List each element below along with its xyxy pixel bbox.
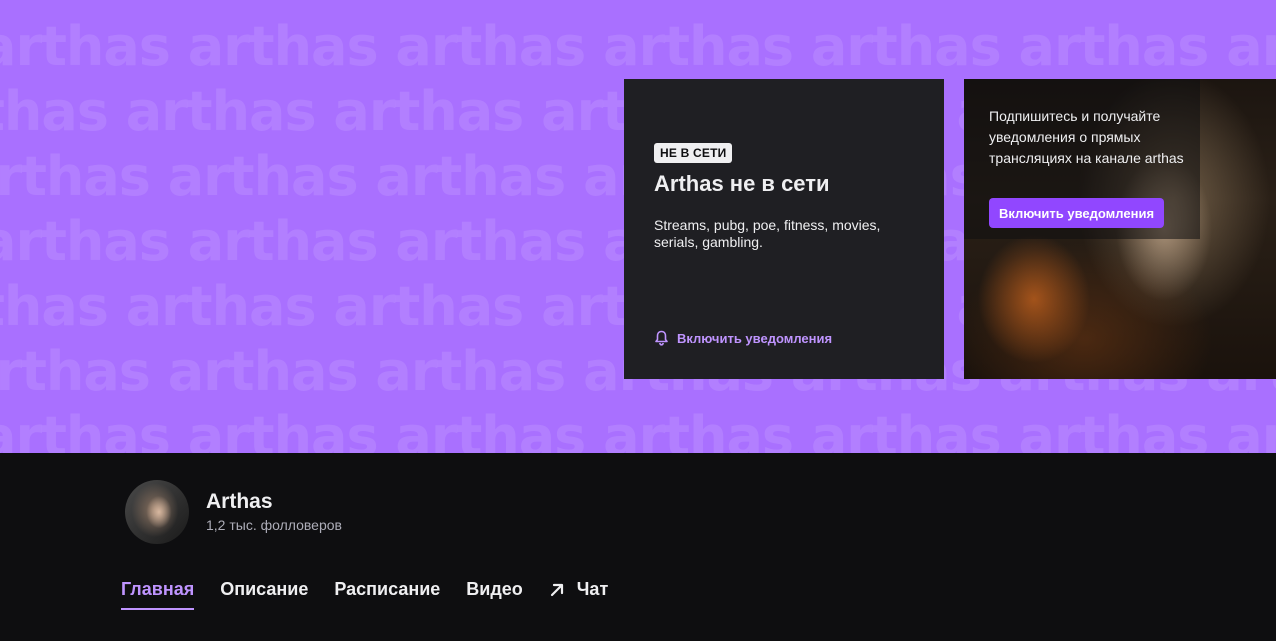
channel-tabs: Главная Описание Расписание Видео Чат bbox=[121, 579, 634, 610]
banner-bg-text: arthas arthas arthas arthas arthas artha… bbox=[0, 405, 1276, 454]
enable-notifications-button[interactable]: Включить уведомления bbox=[989, 198, 1164, 228]
offline-card: НЕ В СЕТИ Arthas не в сети Streams, pubg… bbox=[624, 79, 944, 379]
offline-badge: НЕ В СЕТИ bbox=[654, 143, 733, 163]
tab-chat[interactable]: Чат bbox=[549, 579, 608, 610]
enable-notifications-label: Включить уведомления bbox=[677, 330, 833, 346]
enable-notifications-link[interactable]: Включить уведомления bbox=[654, 330, 832, 346]
banner-bg-text: arthas arthas arthas arthas arthas artha… bbox=[0, 15, 1276, 78]
tab-videos[interactable]: Видео bbox=[466, 579, 523, 610]
follower-count: 1,2 тыс. фолловеров bbox=[206, 517, 342, 533]
channel-name[interactable]: Arthas bbox=[206, 490, 273, 514]
tab-schedule[interactable]: Расписание bbox=[334, 579, 440, 610]
arrow-up-right-icon bbox=[550, 583, 563, 596]
offline-title: Arthas не в сети bbox=[654, 171, 830, 196]
channel-info: Arthas 1,2 тыс. фолловеров Главная Описа… bbox=[0, 453, 1276, 641]
tab-about[interactable]: Описание bbox=[220, 579, 308, 610]
channel-banner: arthas arthas arthas arthas arthas artha… bbox=[0, 0, 1276, 453]
offline-description: Streams, pubg, poe, fitness, movies, ser… bbox=[654, 217, 881, 250]
avatar[interactable] bbox=[125, 480, 189, 544]
tab-chat-label: Чат bbox=[576, 579, 609, 599]
notification-promo-card: Подпишитесь и получайте уведомления о пр… bbox=[964, 79, 1276, 379]
promo-text: Подпишитесь и получайте уведомления о пр… bbox=[989, 108, 1184, 166]
tab-home[interactable]: Главная bbox=[121, 579, 195, 610]
bell-icon bbox=[655, 330, 668, 346]
